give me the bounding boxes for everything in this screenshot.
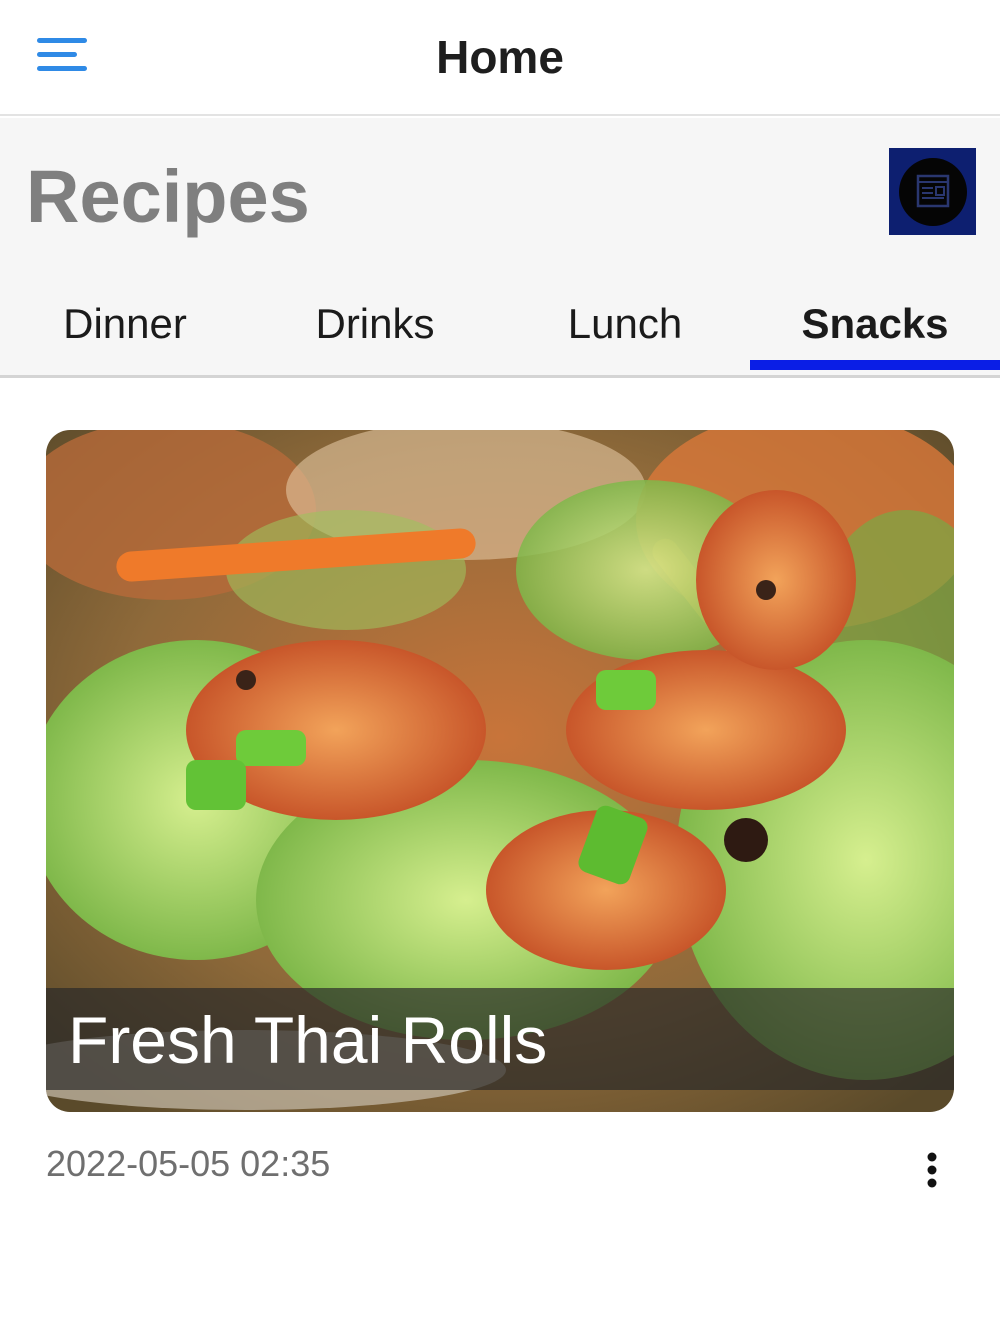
- category-tabs: Dinner Drinks Lunch Snacks: [0, 288, 1000, 378]
- recipes-header: Recipes Dinner Drinks Lunch Snacks: [0, 118, 1000, 378]
- feed-button[interactable]: [889, 148, 976, 235]
- more-options-button[interactable]: [912, 1148, 952, 1196]
- tab-lunch[interactable]: Lunch: [500, 288, 750, 378]
- news-feed-icon: [899, 158, 967, 226]
- page-title: Home: [436, 31, 564, 83]
- tab-drinks[interactable]: Drinks: [250, 288, 500, 378]
- section-title: Recipes: [26, 155, 310, 238]
- tab-snacks[interactable]: Snacks: [750, 288, 1000, 378]
- tab-dinner[interactable]: Dinner: [0, 288, 250, 378]
- top-app-bar: Home: [0, 0, 1000, 116]
- more-vertical-icon: [927, 1152, 937, 1188]
- recipe-title: Fresh Thai Rolls: [68, 1003, 548, 1077]
- recipe-card[interactable]: Fresh Thai Rolls: [46, 430, 954, 1112]
- recipe-timestamp: 2022-05-05 02:35: [46, 1143, 331, 1184]
